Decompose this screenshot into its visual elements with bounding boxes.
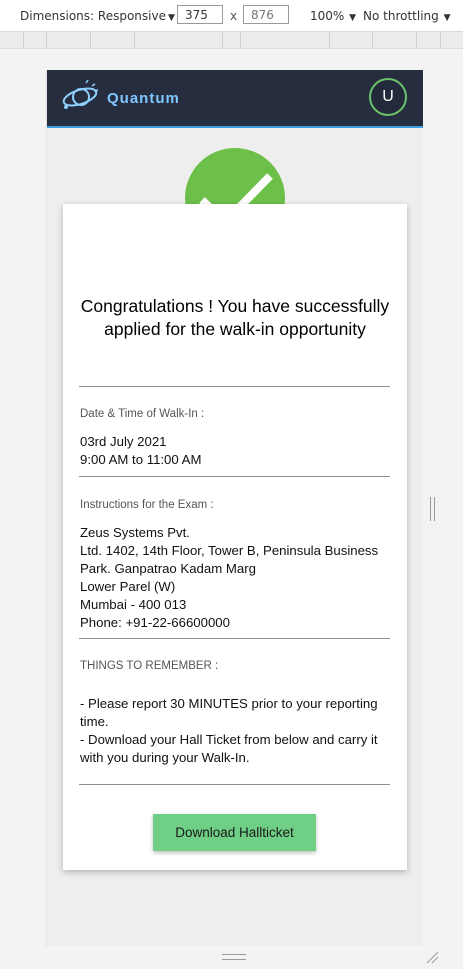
exam-instructions-value: Zeus Systems Pvt. Ltd. 1402, 14th Floor,… [80, 525, 379, 630]
width-input[interactable]: 375 [177, 5, 223, 24]
things-to-remember-value: - Please report 30 MINUTES prior to your… [80, 696, 378, 765]
divider [79, 638, 390, 639]
things-to-remember-label: THINGS TO REMEMBER : [80, 660, 219, 672]
divider [79, 476, 390, 477]
success-heading: Congratulations ! You have successfully … [80, 296, 390, 339]
caret-down-icon: ▼ [346, 13, 357, 23]
resize-corner-icon[interactable] [425, 950, 439, 969]
caret-down-icon: ▼ [440, 13, 451, 23]
dimensions-dropdown[interactable]: Dimensions: Responsive ▼ [20, 9, 175, 23]
throttling-label: No throttling [363, 9, 439, 23]
devtools-toolbar: Dimensions: Responsive ▼ 375 x 876 100% ▼… [0, 0, 463, 32]
device-viewport: Quantum U Congratulations ! You have suc… [46, 70, 423, 946]
device-bottom-bar [46, 946, 423, 966]
caret-down-icon: ▼ [167, 13, 175, 23]
height-input[interactable]: 876 [243, 5, 289, 24]
walkin-datetime-value: 03rd July 2021 9:00 AM to 11:00 AM [80, 434, 202, 467]
divider [79, 784, 390, 785]
divider [79, 386, 390, 387]
zoom-dropdown[interactable]: 100% ▼ [310, 9, 356, 23]
resize-handle-vertical[interactable] [430, 497, 435, 521]
app-header: Quantum U [47, 70, 423, 128]
media-query-bar[interactable] [0, 32, 463, 49]
zoom-label: 100% [310, 9, 345, 23]
dimensions-label: Dimensions: Responsive [20, 9, 166, 23]
confirmation-card: Congratulations ! You have successfully … [63, 204, 407, 870]
throttling-dropdown[interactable]: No throttling ▼ [363, 9, 451, 23]
walkin-datetime-label: Date & Time of Walk-In : [80, 408, 205, 420]
user-avatar[interactable]: U [369, 78, 407, 116]
brand-name[interactable]: Quantum [107, 90, 180, 107]
exam-instructions-label: Instructions for the Exam : [80, 499, 214, 511]
download-hallticket-button[interactable]: Download Hallticket [153, 814, 316, 851]
times-sign: x [230, 9, 238, 23]
resize-handle-horizontal[interactable] [222, 954, 246, 960]
quantum-logo-icon [60, 79, 102, 120]
